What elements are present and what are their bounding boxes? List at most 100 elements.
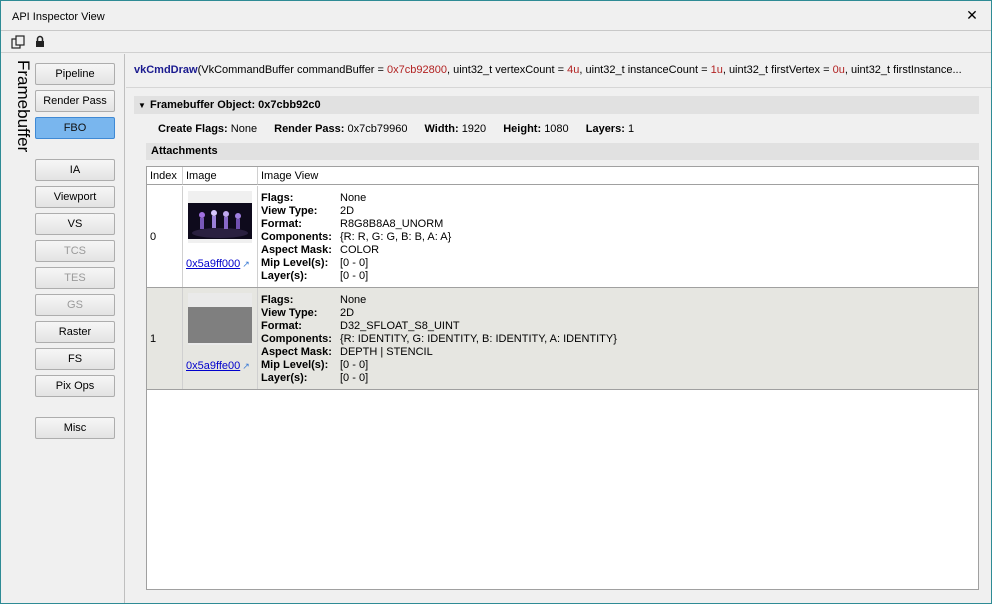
column-header-image-view[interactable]: Image View [258, 167, 978, 185]
image-view-cell: Flags: None View Type: 2D Format: R8G8B8A8_… [258, 186, 978, 287]
stage-button-pipeline[interactable]: Pipeline [35, 63, 115, 85]
create-flags-label: Create Flags: [158, 123, 228, 135]
image-view-cell: Flags: None View Type: 2D Format: D32_SFLOA… [258, 288, 978, 389]
image-link-text[interactable]: 0x5a9ffe00 [186, 360, 240, 372]
api-call-signature: vkCmdDraw(VkCommandBuffer commandBuffer … [134, 64, 982, 76]
format-value: D32_SFLOAT_S8_UINT [340, 320, 460, 332]
divider [126, 87, 991, 88]
format-value: R8G8B8A8_UNORM [340, 218, 444, 230]
mip-levels-label: Mip Level(s): [261, 359, 329, 371]
stage-button-gs[interactable]: GS [35, 294, 115, 316]
call-param-value: 0u [832, 64, 845, 76]
column-header-image[interactable]: Image [183, 167, 258, 185]
stage-button-tcs[interactable]: TCS [35, 240, 115, 262]
image-link[interactable]: 0x5a9ff000 ↗ [186, 258, 250, 270]
color-attachment-preview [188, 203, 252, 239]
stage-button-vs[interactable]: VS [35, 213, 115, 235]
flags-label: Flags: [261, 192, 294, 204]
call-function-name: vkCmdDraw [134, 64, 198, 76]
aspect-mask-label: Aspect Mask: [261, 346, 332, 358]
call-param-text: , uint32_t firstInstance... [844, 64, 962, 76]
flags-value: None [340, 294, 367, 306]
stage-button-tes[interactable]: TES [35, 267, 115, 289]
fbo-header-text: Framebuffer Object: 0x7cbb92c0 [150, 99, 321, 111]
components-label: Components: [261, 333, 332, 345]
create-flags-value: None [230, 123, 258, 135]
title-bar: API Inspector View ✕ [1, 1, 991, 31]
stage-button-raster[interactable]: Raster [35, 321, 115, 343]
table-row[interactable]: 0 0x5a9ff000 ↗ Flags: None View Type: 2D… [147, 186, 978, 288]
aspect-mask-label: Aspect Mask: [261, 244, 332, 256]
aspect-mask-value: DEPTH | STENCIL [340, 346, 433, 358]
column-header-index[interactable]: Index [147, 167, 183, 185]
index-cell: 1 [147, 288, 183, 389]
call-param-value: 4u [567, 64, 580, 76]
image-view-details: Flags: None View Type: 2D Format: D32_SFLOA… [261, 294, 617, 385]
sidebar-section-label: Framebuffer [13, 60, 35, 170]
index-value: 1 [150, 333, 157, 345]
link-icon[interactable]: ↗ [242, 259, 250, 270]
stage-button-viewport[interactable]: Viewport [35, 186, 115, 208]
call-param-text: (VkCommandBuffer commandBuffer = [197, 64, 388, 76]
attachments-table: Index Image Image View 0 0x5a9ff000 ↗ Fl… [146, 166, 979, 590]
window-title: API Inspector View [12, 11, 105, 23]
api-inspector-window: API Inspector View ✕ Framebuffer Pipelin… [0, 0, 992, 604]
flags-value: None [340, 192, 367, 204]
stage-button-ia[interactable]: IA [35, 159, 115, 181]
copy-icon[interactable] [10, 34, 26, 50]
render-pass-label: Render Pass: [274, 123, 345, 135]
attachments-header: Attachments [146, 143, 979, 160]
call-param-text: , uint32_t firstVertex = [722, 64, 833, 76]
toolbar [1, 31, 991, 53]
index-cell: 0 [147, 186, 183, 287]
height-label: Height: [503, 123, 542, 135]
call-param-text: , uint32_t instanceCount = [579, 64, 711, 76]
attachment-thumbnail[interactable] [188, 293, 252, 345]
close-icon[interactable]: ✕ [965, 9, 979, 23]
image-cell: 0x5a9ffe00 ↗ [183, 288, 258, 389]
lock-icon[interactable] [32, 34, 48, 50]
framebuffer-label: Framebuffer [14, 60, 33, 153]
fbo-properties: Create Flags: None Render Pass: 0x7cb799… [158, 123, 648, 135]
layers-label: Layer(s): [261, 372, 308, 384]
layers-value: [0 - 0] [340, 372, 369, 384]
attachment-thumbnail[interactable] [188, 191, 252, 243]
stage-button-misc[interactable]: Misc [35, 417, 115, 439]
image-link-text[interactable]: 0x5a9ff000 [186, 258, 240, 270]
view-type-label: View Type: [261, 205, 318, 217]
link-icon[interactable]: ↗ [242, 361, 250, 372]
view-type-value: 2D [340, 307, 355, 319]
stage-button-pix-ops[interactable]: Pix Ops [35, 375, 115, 397]
mip-levels-value: [0 - 0] [340, 257, 369, 269]
format-label: Format: [261, 320, 302, 332]
flags-label: Flags: [261, 294, 294, 306]
components-label: Components: [261, 231, 332, 243]
stage-button-fs[interactable]: FS [35, 348, 115, 370]
call-param-value: 1u [710, 64, 723, 76]
depth-attachment-preview [188, 307, 252, 343]
index-value: 0 [150, 231, 157, 243]
mip-levels-value: [0 - 0] [340, 359, 369, 371]
layers-value: 1 [627, 123, 635, 135]
height-value: 1080 [544, 123, 569, 135]
fbo-section-header[interactable]: ▼ Framebuffer Object: 0x7cbb92c0 [134, 96, 979, 114]
table-row[interactable]: 1 0x5a9ffe00 ↗ Flags: None View Type: 2D Fo… [147, 288, 978, 390]
image-link[interactable]: 0x5a9ffe00 ↗ [186, 360, 250, 372]
image-view-details: Flags: None View Type: 2D Format: R8G8B8A8_… [261, 192, 451, 283]
call-param-value: 0x7cb92800 [387, 64, 447, 76]
view-type-label: View Type: [261, 307, 318, 319]
render-pass-value: 0x7cb79960 [347, 123, 408, 135]
call-param-text: , uint32_t vertexCount = [446, 64, 568, 76]
components-value: {R: IDENTITY, G: IDENTITY, B: IDENTITY, … [340, 333, 617, 345]
collapse-arrow-icon[interactable]: ▼ [138, 97, 150, 115]
layers-label: Layers: [585, 123, 625, 135]
view-type-value: 2D [340, 205, 355, 217]
format-label: Format: [261, 218, 302, 230]
mip-levels-label: Mip Level(s): [261, 257, 329, 269]
layers-label: Layer(s): [261, 270, 308, 282]
layers-value: [0 - 0] [340, 270, 369, 282]
inspector-main-panel: vkCmdDraw(VkCommandBuffer commandBuffer … [126, 54, 991, 603]
stage-button-render-pass[interactable]: Render Pass [35, 90, 115, 112]
width-label: Width: [424, 123, 459, 135]
stage-button-fbo[interactable]: FBO [35, 117, 115, 139]
